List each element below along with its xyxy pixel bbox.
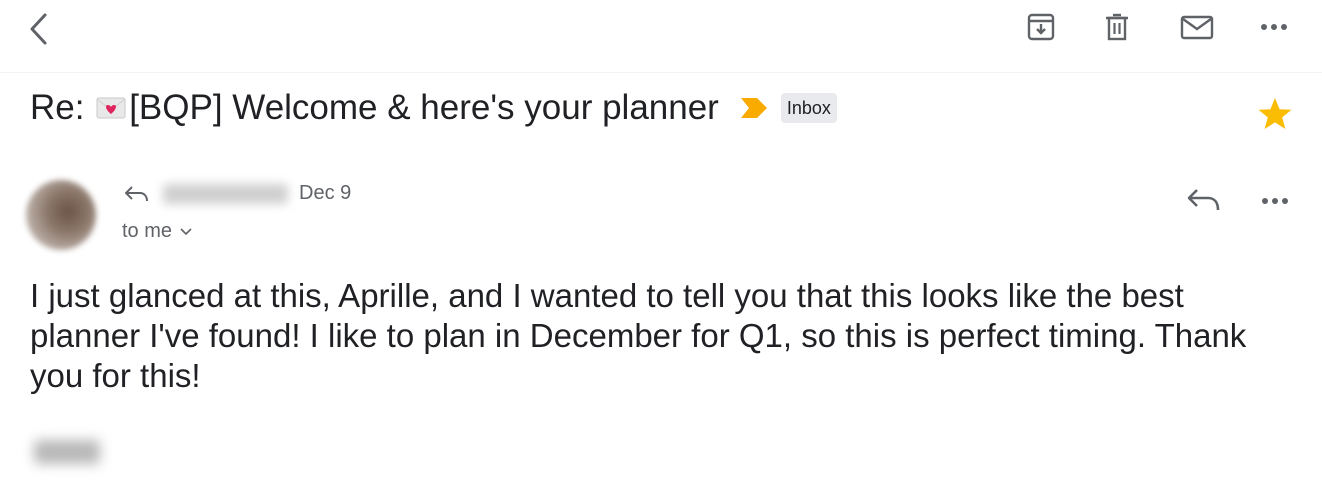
signature-redacted [34,440,100,464]
star-button[interactable] [1257,96,1293,132]
reply-icon [125,186,148,202]
message-date: Dec 9 [299,182,352,204]
importance-marker-icon[interactable] [739,96,769,120]
archive-button[interactable] [1024,10,1058,44]
love-letter-icon [96,97,126,119]
replied-indicator [124,184,150,204]
message-more-button[interactable] [1257,186,1293,216]
label-inbox[interactable]: Inbox [780,93,837,123]
subject-title: [BQP] Welcome & here's your planner [129,88,719,127]
reply-icon [1187,189,1220,211]
recipient-label: to me [122,220,173,242]
sender-name-redacted[interactable] [163,184,288,204]
reply-button[interactable] [1186,186,1222,216]
subject-prefix: Re: [30,88,95,127]
more-horizontal-icon [1262,198,1288,204]
star-icon [1258,98,1292,129]
recipient-details-toggle[interactable]: to me [122,220,192,243]
back-button[interactable] [26,10,56,48]
chevron-down-icon [180,227,192,235]
more-horizontal-icon [1261,24,1287,30]
mark-unread-button[interactable] [1180,10,1214,44]
trash-icon [1106,13,1128,41]
toolbar [0,0,1322,73]
mail-icon [1180,15,1214,40]
delete-button[interactable] [1100,10,1134,44]
sender-avatar[interactable] [26,180,96,250]
chevron-left-icon [30,13,47,45]
message-body: I just glanced at this, Aprille, and I w… [30,277,1247,394]
subject-row: Re: [BQP] Welcome & here's your planner … [30,86,837,130]
archive-icon [1027,13,1055,41]
more-options-button[interactable] [1257,10,1291,44]
